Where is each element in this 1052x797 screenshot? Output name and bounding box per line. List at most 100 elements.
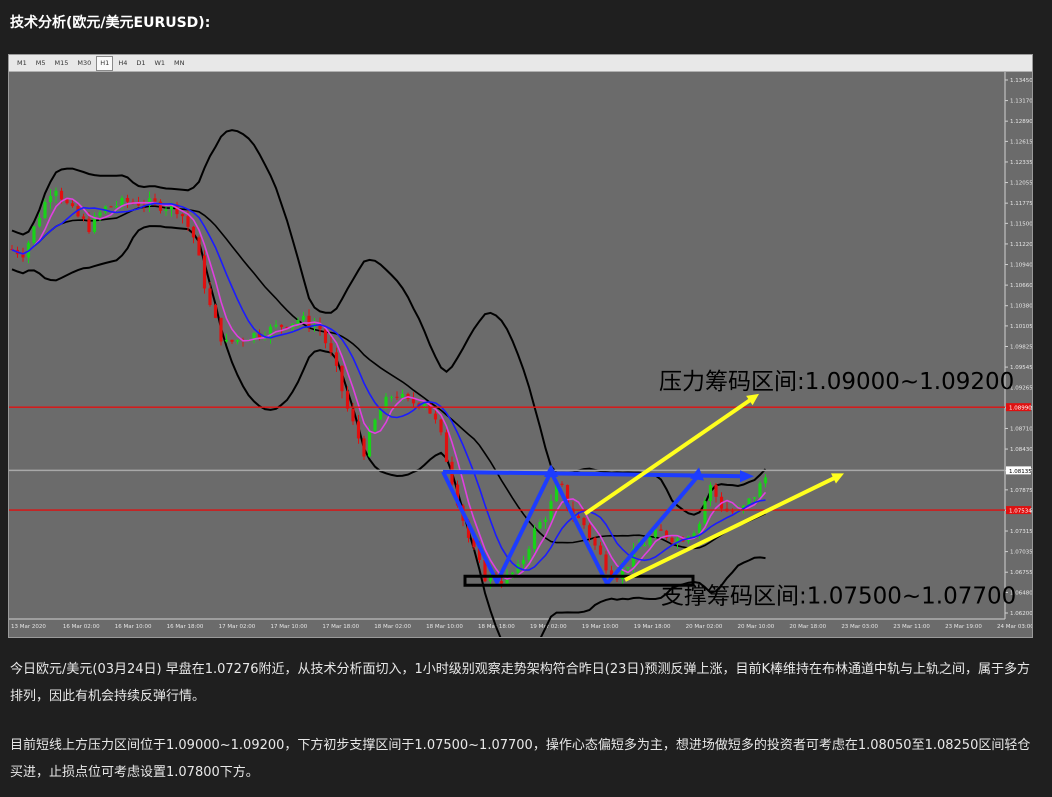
y-tick-label: 1.11500 [1010, 221, 1032, 227]
analysis-paragraph-1: 今日欧元/美元(03月24日) 早盘在1.07276附近，从技术分析面切入，1小… [10, 662, 1030, 704]
x-tick-label: 19 Mar 02:00 [530, 624, 567, 630]
candle-body [301, 315, 306, 321]
x-tick-label: 18 Mar 10:00 [426, 624, 463, 630]
candle-body [351, 408, 355, 422]
candle-body [43, 202, 47, 219]
timeframe-button-m1[interactable]: M1 [13, 56, 31, 71]
timeframe-button-mn[interactable]: MN [170, 56, 188, 71]
candle-body [356, 421, 361, 439]
timeframe-button-w1[interactable]: W1 [150, 56, 169, 71]
candle-body [708, 484, 713, 501]
y-tick-label: 1.11220 [1010, 242, 1032, 248]
candle-body [576, 515, 581, 519]
candle-body [32, 226, 36, 243]
candle-body [532, 528, 537, 549]
y-tick-label: 1.12335 [1010, 160, 1032, 166]
x-tick-label: 19 Mar 18:00 [634, 624, 671, 630]
candle-body [400, 393, 405, 398]
candle-body [202, 255, 207, 289]
candle-body [615, 578, 619, 580]
candle-body [499, 581, 504, 584]
candle-body [274, 324, 278, 327]
candle-body [334, 352, 339, 366]
candle-body [279, 324, 284, 328]
x-tick-label: 13 Mar 2020 [11, 624, 46, 630]
x-tick-label: 16 Mar 10:00 [115, 624, 152, 630]
y-tick-label: 1.06200 [1010, 611, 1032, 617]
x-tick-label: 19 Mar 10:00 [582, 624, 619, 630]
y-tick-label: 1.12055 [1010, 181, 1032, 187]
candle-body [340, 365, 344, 392]
x-tick-label: 16 Mar 18:00 [167, 624, 204, 630]
candle-body [730, 511, 735, 513]
y-tick-label: 1.06755 [1010, 570, 1032, 576]
y-tick-label: 1.07875 [1010, 488, 1032, 494]
channel-lower-arrow [624, 475, 837, 582]
candle-body [521, 559, 526, 565]
y-tick-label: 1.07035 [1010, 550, 1032, 556]
resistance-annotation: 压力筹码区间:1.09000~1.09200 [659, 369, 1014, 395]
timeframe-button-h1[interactable]: H1 [96, 55, 114, 71]
y-tick-label: 1.08430 [1010, 447, 1032, 453]
candle-body [395, 396, 399, 398]
y-tick-label: 1.07315 [1010, 529, 1032, 535]
candle-body [389, 396, 394, 398]
candle-body [758, 483, 762, 498]
moving-average-fast [11, 197, 767, 580]
timeframe-button-m5[interactable]: M5 [32, 56, 50, 71]
candle-body [714, 484, 718, 497]
price-chart[interactable]: M1 M5 M15 M30 H1 H4 D1 W1 MN 1.13450 1.13170 1.128… [8, 54, 1033, 638]
candlestick-chart-svg[interactable]: 1.13450 1.13170 1.12890 1.12615 1.12335 1.120… [9, 72, 1032, 637]
candle-body [37, 218, 42, 227]
candle-body [422, 403, 427, 406]
y-tick-label: 1.13170 [1010, 99, 1032, 105]
bollinger-middle-line [11, 205, 766, 550]
bollinger-upper-line [11, 129, 767, 516]
price-label-text: 1.08990 [1009, 406, 1032, 412]
y-tick-label: 1.12615 [1010, 139, 1032, 145]
support-annotation: 支撑筹码区间:1.07500~1.07700 [661, 583, 1016, 609]
candle-body [598, 545, 603, 555]
candle-body [604, 554, 608, 571]
timeframe-toolbar: M1 M5 M15 M30 H1 H4 D1 W1 MN [9, 55, 1032, 72]
x-tick-label: 17 Mar 18:00 [322, 624, 359, 630]
timeframe-button-m30[interactable]: M30 [73, 56, 95, 71]
candle-body [59, 190, 64, 200]
candle-body [527, 548, 531, 560]
timeframe-button-h4[interactable]: H4 [114, 56, 131, 71]
candle-body [582, 518, 586, 526]
candle-body [125, 198, 130, 202]
candle-body [224, 339, 229, 342]
candle-body [109, 206, 113, 208]
y-tick-label: 1.10105 [1010, 324, 1032, 330]
x-tick-label: 23 Mar 03:00 [841, 624, 878, 630]
candle-body [439, 419, 443, 433]
timeframe-button-m15[interactable]: M15 [51, 56, 73, 71]
x-tick-label: 23 Mar 11:00 [893, 624, 930, 630]
candle-body [54, 190, 58, 196]
candle-body [180, 214, 185, 217]
channel-upper-arrow [583, 397, 754, 516]
candle-body [538, 522, 542, 529]
x-tick-label: 16 Mar 02:00 [63, 624, 100, 630]
candle-body [587, 525, 592, 538]
candle-body [703, 500, 707, 524]
candle-body [329, 343, 333, 353]
candle-body [230, 339, 234, 342]
candle-body [191, 226, 196, 238]
moving-average-slow [11, 202, 766, 571]
candle-body [367, 430, 372, 457]
candle-body [659, 529, 663, 531]
x-tick-label: 17 Mar 10:00 [270, 624, 307, 630]
x-tick-label: 20 Mar 18:00 [789, 624, 826, 630]
candle-body [433, 413, 438, 420]
candle-body [114, 206, 119, 208]
y-tick-label: 1.08710 [1010, 426, 1032, 432]
y-tick-label: 1.10660 [1010, 283, 1032, 289]
candle-body [626, 566, 630, 568]
y-tick-label: 1.10940 [1010, 263, 1032, 269]
timeframe-button-d1[interactable]: D1 [132, 56, 149, 71]
candle-body [235, 339, 240, 342]
candle-body [87, 218, 91, 232]
price-label-text: 1.07534 [1009, 509, 1032, 515]
